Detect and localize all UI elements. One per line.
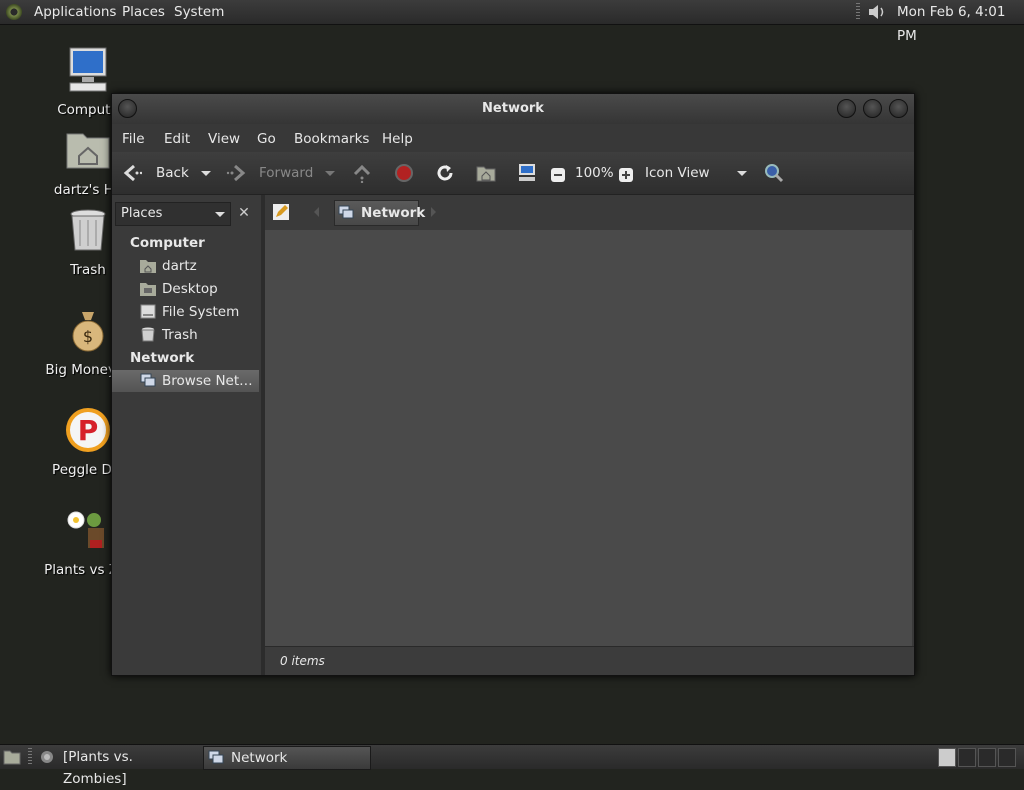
network-icon — [338, 205, 354, 219]
peggle-icon: P — [66, 408, 110, 452]
sidebar-item-label: dartz — [162, 258, 197, 274]
window-title: Network — [482, 101, 544, 116]
chevron-down-icon — [215, 212, 225, 217]
sidebar-type-label: Places — [121, 206, 163, 221]
volume-icon[interactable] — [866, 3, 888, 21]
sidebar-item-label: Trash — [162, 327, 198, 343]
close-button[interactable] — [889, 99, 908, 118]
plants-vs-zombies-icon — [67, 511, 104, 548]
panel-separator — [856, 3, 860, 21]
panel-separator — [28, 748, 32, 766]
svg-text:P: P — [78, 414, 99, 447]
back-arrow-icon[interactable] — [122, 163, 142, 183]
taskbar-item-network[interactable]: Network — [203, 746, 371, 770]
menu-view[interactable]: View — [208, 124, 240, 154]
computer-icon — [69, 47, 107, 92]
zoom-level[interactable]: 100% — [575, 152, 614, 194]
forward-history-dropdown-icon[interactable] — [320, 163, 340, 183]
menu-go[interactable]: Go — [257, 124, 276, 154]
sidebar-item-label: Browse Net… — [162, 373, 253, 389]
svg-text:$: $ — [83, 327, 93, 346]
sidebar-item-file-system[interactable]: File System — [112, 301, 259, 323]
plants-vs-zombies-icon — [41, 751, 53, 763]
forward-button[interactable]: Forward — [259, 152, 313, 194]
nautilus-window: Network File Edit View Go Bookmarks Help… — [111, 93, 915, 676]
pathbar-button-network[interactable]: Network — [334, 200, 425, 226]
home-folder-icon — [66, 133, 110, 169]
sidebar-close-icon[interactable]: ✕ — [233, 202, 255, 224]
zoom-out-icon[interactable] — [550, 165, 566, 185]
system-menu[interactable]: System — [174, 0, 224, 24]
sidebar-item-browse-network[interactable]: Browse Net… — [112, 370, 259, 392]
network-icon — [140, 373, 156, 387]
reload-icon[interactable] — [435, 163, 455, 183]
desktop-folder-icon — [140, 283, 156, 296]
item-count: 0 items — [280, 654, 325, 668]
sidebar-item-trash[interactable]: Trash — [112, 324, 259, 346]
pathbar-scroll-right-icon[interactable] — [428, 206, 438, 218]
toolbar: Back Forward 100% Icon View — [112, 152, 914, 195]
network-icon — [208, 750, 224, 764]
money-bag-icon: $ — [72, 312, 104, 352]
taskbar-item-plants-vs-zombies[interactable]: [Plants vs. Zombies] — [36, 746, 196, 787]
workspace-2[interactable] — [958, 748, 976, 767]
home-icon — [140, 260, 156, 273]
view-mode-dropdown-icon[interactable] — [732, 163, 752, 183]
top-panel: Applications Places System Mon Feb 6, 4:… — [0, 0, 1024, 44]
trash-icon — [70, 209, 106, 251]
gnome-foot-icon[interactable] — [6, 4, 22, 20]
location-entry-toggle-icon[interactable] — [272, 203, 290, 221]
bottom-panel: [Plants vs. Zombies] Network — [0, 744, 1024, 787]
sidebar-item-label: Desktop — [162, 281, 218, 297]
file-view-area[interactable] — [265, 230, 912, 646]
view-mode-select[interactable]: Icon View — [645, 152, 710, 194]
taskbar-item-label: Network — [231, 750, 288, 766]
window-titlebar[interactable]: Network — [112, 94, 914, 124]
back-button[interactable]: Back — [156, 152, 189, 194]
sidebar-item-dartz[interactable]: dartz — [112, 255, 259, 277]
home-icon[interactable] — [476, 163, 496, 183]
menu-file[interactable]: File — [122, 124, 145, 154]
menu-bookmarks[interactable]: Bookmarks — [294, 124, 369, 154]
computer-icon[interactable] — [517, 163, 537, 183]
sidebar-item-label: File System — [162, 304, 240, 320]
sidebar-item-desktop[interactable]: Desktop — [112, 278, 259, 300]
location-pathbar: Network — [265, 195, 914, 229]
search-icon[interactable] — [764, 163, 784, 183]
applications-menu[interactable]: Applications — [34, 0, 116, 24]
places-menu[interactable]: Places — [122, 0, 165, 24]
drive-icon — [140, 304, 156, 319]
minimize-button[interactable] — [837, 99, 856, 118]
sidebar-type-select[interactable]: Places — [115, 202, 231, 226]
menubar: File Edit View Go Bookmarks Help — [112, 124, 914, 152]
menu-help[interactable]: Help — [382, 124, 413, 154]
pathbar-label: Network — [361, 205, 426, 221]
sidebar-section-computer: Computer — [130, 235, 205, 251]
zoom-in-icon[interactable] — [618, 165, 634, 185]
back-history-dropdown-icon[interactable] — [196, 163, 216, 183]
maximize-button[interactable] — [863, 99, 882, 118]
pathbar-scroll-left-icon[interactable] — [312, 206, 322, 218]
sidebar-section-network: Network — [130, 350, 195, 366]
up-arrow-icon[interactable] — [352, 163, 372, 183]
statusbar: 0 items — [265, 646, 914, 675]
show-desktop-icon[interactable] — [3, 748, 21, 766]
trash-icon — [141, 327, 155, 342]
menu-edit[interactable]: Edit — [164, 124, 190, 154]
workspace-3[interactable] — [978, 748, 996, 767]
clock[interactable]: Mon Feb 6, 4:01 PM — [897, 0, 1024, 48]
sidebar: Places ✕ Computer dartz Desktop File Sys… — [112, 195, 265, 675]
stop-icon[interactable] — [394, 163, 414, 183]
forward-arrow-icon[interactable] — [226, 163, 246, 183]
taskbar-item-label: [Plants vs. Zombies] — [63, 749, 133, 787]
workspace-1[interactable] — [938, 748, 956, 767]
workspace-4[interactable] — [998, 748, 1016, 767]
